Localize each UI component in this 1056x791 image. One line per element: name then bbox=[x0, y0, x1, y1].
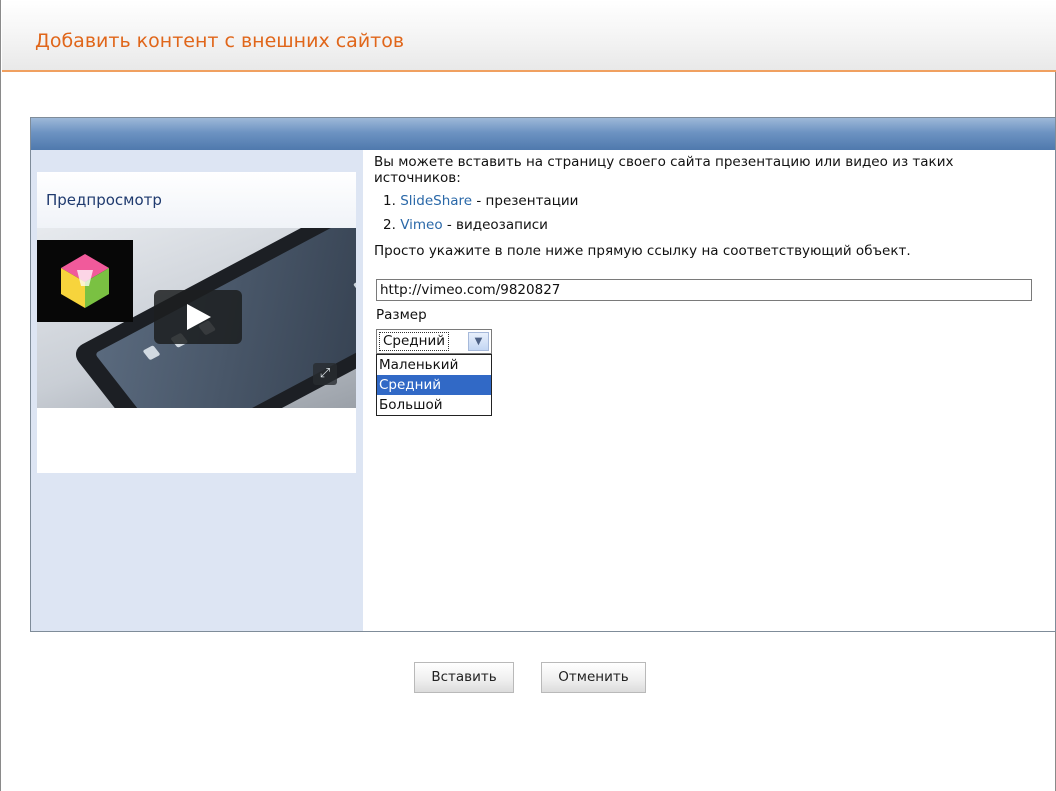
size-option-small[interactable]: Маленький bbox=[377, 355, 491, 375]
vimeo-cube-logo-icon bbox=[61, 254, 109, 308]
list-item: 2. Vimeo - видеозаписи bbox=[374, 215, 1044, 239]
dialog-title: Добавить контент с внешних сайтов bbox=[35, 30, 405, 52]
slideshare-link[interactable]: SlideShare bbox=[400, 193, 472, 209]
panel-header-bar bbox=[31, 118, 1055, 150]
size-select[interactable]: Средний ▼ bbox=[376, 329, 492, 354]
url-hint: Просто укажите в поле ниже прямую ссылку… bbox=[374, 243, 911, 259]
intro-text: Вы можете вставить на страницу своего са… bbox=[374, 154, 954, 186]
thumbnail-app-icon bbox=[352, 278, 356, 294]
chevron-down-icon[interactable]: ▼ bbox=[468, 332, 489, 351]
sources-list: 1. SlideShare - презентации 2. Vimeo - в… bbox=[374, 191, 1044, 239]
thumbnail-app-icon bbox=[142, 345, 161, 361]
dialog-titlebar: Добавить контент с внешних сайтов bbox=[2, 0, 1056, 72]
url-input[interactable] bbox=[376, 279, 1032, 301]
preview-box: Предпросмотр ⤢ bbox=[37, 172, 356, 473]
dialog-frame: Добавить контент с внешних сайтов Предпр… bbox=[0, 0, 1056, 791]
video-logo-tile bbox=[37, 240, 133, 322]
video-preview[interactable]: ⤢ bbox=[37, 228, 356, 408]
preview-title: Предпросмотр bbox=[46, 191, 162, 209]
vimeo-link[interactable]: Vimeo bbox=[400, 217, 442, 233]
list-item: 1. SlideShare - презентации bbox=[374, 191, 1044, 215]
fullscreen-icon[interactable]: ⤢ bbox=[313, 363, 337, 385]
source-description: - видеозаписи bbox=[446, 217, 548, 233]
play-icon[interactable] bbox=[154, 290, 242, 344]
list-number: 1. bbox=[383, 193, 396, 209]
source-description: - презентации bbox=[476, 193, 579, 209]
size-dropdown-list: Маленький Средний Большой bbox=[376, 354, 492, 416]
size-option-large[interactable]: Большой bbox=[377, 395, 491, 415]
cancel-button[interactable]: Отменить bbox=[541, 662, 646, 693]
size-label: Размер bbox=[376, 307, 427, 323]
content-panel: Предпросмотр ⤢ Вы можете вставить на стр… bbox=[30, 117, 1056, 632]
list-number: 2. bbox=[383, 217, 396, 233]
size-select-value: Средний bbox=[379, 332, 450, 351]
preview-sidebar: Предпросмотр ⤢ bbox=[31, 150, 363, 631]
size-option-medium[interactable]: Средний bbox=[377, 375, 491, 395]
insert-button[interactable]: Вставить bbox=[414, 662, 514, 693]
preview-heading: Предпросмотр bbox=[37, 172, 356, 228]
form-content: Вы можете вставить на страницу своего са… bbox=[374, 154, 1044, 416]
